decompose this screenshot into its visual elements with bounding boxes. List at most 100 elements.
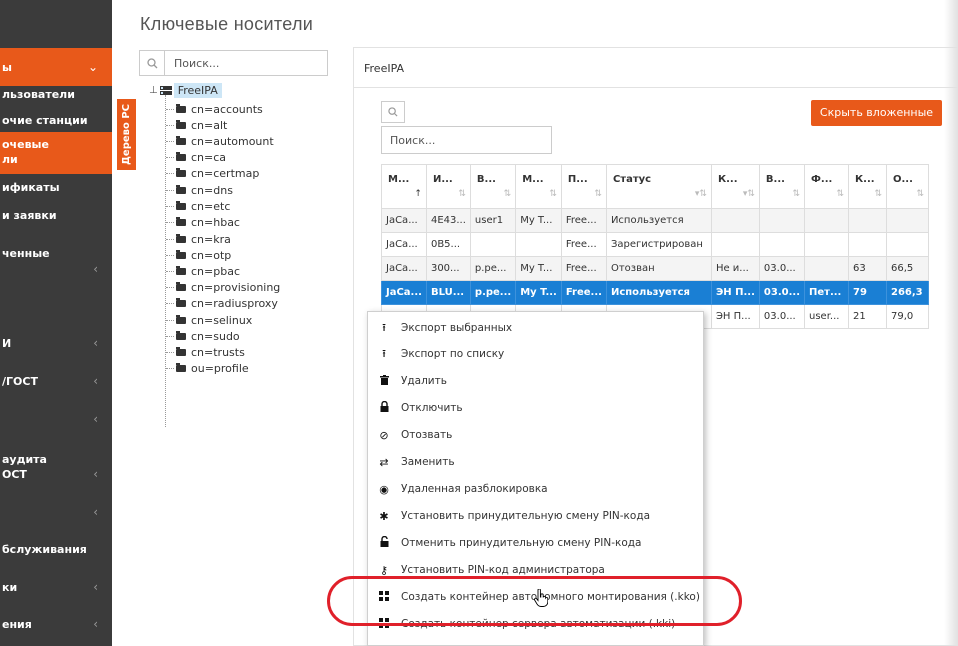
column-header[interactable]: М... ⇅ (515, 164, 562, 209)
menu-item-export-selected[interactable]: ⭱ Экспорт выбранных (368, 315, 703, 341)
column-header[interactable]: Ф... ⇅ (804, 164, 849, 209)
menu-item-export-list[interactable]: ⭱ Экспорт по списку (368, 341, 703, 367)
tree-node[interactable]: cn=alt (176, 119, 227, 132)
tree-node[interactable]: cn=kra (176, 233, 231, 246)
sidebar-item-i[interactable]: И ‹ (0, 336, 112, 351)
tree-node[interactable]: cn=otp (176, 249, 231, 262)
filter-sort-icon[interactable]: ▾⇅ (695, 189, 707, 199)
table-cell: Используется (605, 280, 712, 305)
menu-item-cancel-pin-change[interactable]: Отменить принудительную смену PIN-кода (368, 530, 703, 556)
chevron-left-icon: ‹ (93, 617, 98, 631)
menu-item-disable[interactable]: Отключить (368, 395, 703, 421)
table-cell: Пет... (804, 280, 849, 305)
tree-node[interactable]: cn=provisioning (176, 281, 280, 294)
sidebar-item-blank-2[interactable]: ‹ (0, 505, 112, 519)
table-row[interactable]: JaCa... 0B5... Free... Зарегистрирован (381, 232, 929, 257)
column-header[interactable]: К... ▾⇅ (710, 164, 760, 209)
sort-icon[interactable]: ⇅ (792, 189, 800, 199)
table-cell: Отозван (605, 256, 712, 281)
tree-node[interactable]: cn=hbac (176, 216, 240, 229)
tree-node[interactable]: cn=ca (176, 151, 226, 164)
tree-toggle-tab[interactable]: Дерево PC (117, 99, 136, 170)
hide-nested-button[interactable]: Скрыть вложенные (811, 100, 942, 126)
menu-item-force-pin-change[interactable]: ✱ Установить принудительную смену PIN-код… (368, 503, 703, 529)
tree-connector (166, 368, 174, 369)
column-header[interactable]: М... ↑ (381, 164, 427, 209)
column-header[interactable]: В... ⇅ (758, 164, 806, 209)
tree-node[interactable]: ou=profile (176, 362, 249, 375)
sidebar-item-notifications[interactable]: ения ‹ (0, 617, 112, 632)
tree-node[interactable]: cn=selinux (176, 314, 252, 327)
search-icon[interactable] (140, 51, 165, 75)
column-header[interactable]: К... ⇅ (848, 164, 887, 209)
column-header[interactable]: П... ⇅ (560, 164, 607, 209)
tree-connector (166, 190, 174, 191)
sidebar-item-requests[interactable]: и заявки (0, 208, 112, 223)
table-cell: My T... (515, 208, 562, 233)
sort-icon[interactable]: ⇅ (458, 189, 466, 199)
sort-icon[interactable]: ⇅ (836, 189, 844, 199)
menu-item-revoke[interactable]: ⊘ Отозвать (368, 422, 703, 448)
column-header[interactable]: В... ⇅ (469, 164, 517, 209)
folder-icon (176, 152, 186, 161)
sidebar-item-audit[interactable]: аудита ОСТ ‹ (0, 452, 112, 484)
table-cell: Free... (560, 208, 607, 233)
sort-icon[interactable]: ⇅ (549, 189, 557, 199)
table-row[interactable]: JaCa... 300... p.pe... My T... Free... Отозва… (381, 256, 929, 281)
tree-node[interactable]: cn=etc (176, 200, 230, 213)
sidebar-item-workstations[interactable]: очие станции (0, 113, 112, 128)
menu-item-label: Экспорт по списку (401, 348, 505, 360)
sort-icon[interactable]: ⇅ (874, 189, 882, 199)
chevron-left-icon: ‹ (93, 262, 98, 276)
menu-item-label: Установить принудительную смену PIN-кода (401, 510, 651, 522)
tree-node-label: cn=otp (191, 249, 232, 262)
tree-node[interactable]: cn=trusts (176, 346, 245, 359)
table-search-input[interactable]: Поиск... (381, 126, 552, 154)
sort-asc-icon[interactable]: ↑ (414, 189, 422, 199)
menu-item-delete[interactable]: Удалить (368, 368, 703, 394)
sidebar-item-users[interactable]: льзователи (0, 87, 112, 102)
tree-node-label: cn=etc (191, 200, 231, 213)
sidebar-item-settings[interactable]: ки ‹ (0, 580, 112, 595)
table-row-selected[interactable]: JaCa... BLU... p.pe... My T... Free... Исполь… (381, 280, 929, 305)
table-row[interactable]: JaCa... 4E43... user1 My T... Free... Использ… (381, 208, 929, 233)
table-cell (886, 208, 929, 233)
sidebar-item-gost[interactable]: /ГОСТ ‹ (0, 374, 112, 389)
tree-search-input[interactable]: Поиск... (139, 50, 328, 76)
sidebar-item-maintenance[interactable]: бслуживания (0, 542, 112, 557)
table-cell (469, 232, 517, 257)
tree-node[interactable]: cn=pbac (176, 265, 240, 278)
tree-root-node[interactable]: ⊥ FreeIPA (149, 83, 222, 98)
sidebar-item-group[interactable]: ы ⌄ (0, 48, 112, 86)
search-icon[interactable] (381, 101, 405, 123)
tree-connector (166, 173, 174, 174)
tree-node[interactable]: cn=sudo (176, 330, 240, 343)
sidebar-item-label: ификаты (2, 181, 60, 194)
tree-node[interactable]: cn=radiusproxy (176, 297, 278, 310)
sidebar-item-certificates[interactable]: ификаты (0, 180, 112, 195)
filter-sort-icon[interactable]: ▾⇅ (743, 189, 755, 199)
tree-node[interactable]: cn=accounts (176, 103, 263, 116)
column-header[interactable]: Статус ▾⇅ (605, 164, 712, 209)
sort-icon[interactable]: ⇅ (504, 189, 512, 199)
sidebar-item-blank[interactable]: ‹ (0, 412, 112, 426)
tree-expander[interactable]: ⊥ (149, 85, 158, 96)
sort-icon[interactable]: ⇅ (594, 189, 602, 199)
tree-connector (166, 157, 174, 158)
tree-node[interactable]: cn=automount (176, 135, 274, 148)
table-cell: Free... (560, 280, 607, 305)
tree-connector (166, 320, 174, 321)
tree-node[interactable]: cn=dns (176, 184, 233, 197)
menu-item-remote-unlock[interactable]: ◉ Удаленная разблокировка (368, 476, 703, 502)
table-cell: JaCa... (381, 208, 427, 233)
menu-item-replace[interactable]: ⇄ Заменить (368, 449, 703, 475)
tree-node[interactable]: cn=certmap (176, 167, 259, 180)
sidebar-item-key-carriers[interactable]: очевые ли (0, 132, 112, 174)
column-header[interactable]: И... ⇅ (425, 164, 471, 209)
chevron-down-icon: ⌄ (87, 60, 98, 74)
sidebar-item-connected[interactable]: ченные ‹ (0, 246, 112, 276)
folder-icon (176, 168, 186, 177)
tree-connector (166, 271, 174, 272)
sort-icon[interactable]: ⇅ (916, 189, 924, 199)
column-header[interactable]: О... ⇅ (886, 164, 929, 209)
